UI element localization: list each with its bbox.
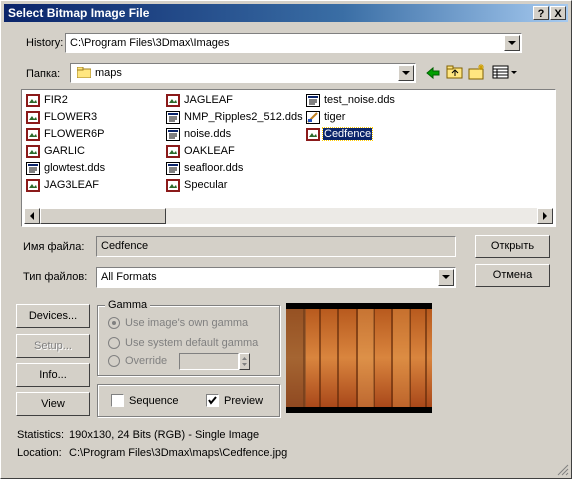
file-item-label: Cedfence <box>321 127 374 141</box>
file-item-label: noise.dds <box>184 128 232 140</box>
history-dropdown-icon[interactable] <box>504 35 520 51</box>
history-value: C:\Program Files\3Dmax\Images <box>70 37 230 49</box>
use-system-gamma-label: Use system default gamma <box>125 337 259 349</box>
filename-label: Имя файла: <box>23 241 85 253</box>
file-item-label: FLOWER6P <box>44 128 105 140</box>
dds-file-icon <box>26 162 40 175</box>
info-button-label: Info... <box>39 369 67 381</box>
dialog-window: Select Bitmap Image File ? X History: C:… <box>0 0 572 479</box>
use-image-gamma-label: Use image's own gamma <box>125 317 249 329</box>
close-icon: X <box>554 8 562 20</box>
filename-value: Cedfence <box>101 240 149 252</box>
gamma-title: Gamma <box>105 299 151 311</box>
dds-file-icon <box>166 128 180 141</box>
folder-dropdown-icon[interactable] <box>398 65 414 81</box>
info-button[interactable]: Info... <box>16 363 90 387</box>
file-item-label: OAKLEAF <box>184 145 235 157</box>
jpeg-file-icon <box>26 145 40 158</box>
cedfence-preview-image <box>286 309 432 407</box>
image-file-icon <box>306 111 320 124</box>
use-system-gamma-radio[interactable] <box>108 337 120 349</box>
checkmark-icon <box>208 396 217 405</box>
filetype-dropdown-icon[interactable] <box>438 269 454 286</box>
jpeg-file-icon <box>166 94 180 107</box>
scroll-left-button[interactable] <box>24 208 40 224</box>
scroll-thumb[interactable] <box>40 208 166 224</box>
help-button[interactable]: ? <box>533 6 549 20</box>
window-title: Select Bitmap Image File <box>8 6 150 20</box>
file-item-label: JAG3LEAF <box>44 179 100 191</box>
jpeg-file-icon <box>26 128 40 141</box>
file-item-label: NMP_Ripples2_512.dds <box>184 111 303 123</box>
help-icon: ? <box>537 8 545 20</box>
file-item-label: FIR2 <box>44 94 68 106</box>
devices-button[interactable]: Devices... <box>16 304 90 328</box>
location-label: Location: <box>17 447 62 459</box>
open-button[interactable]: Открыть <box>475 235 550 258</box>
scroll-right-button[interactable] <box>537 208 553 224</box>
horizontal-scrollbar[interactable] <box>24 208 553 224</box>
file-item-label: test_noise.dds <box>324 94 395 106</box>
folder-value: maps <box>95 67 122 79</box>
new-folder-icon[interactable] <box>468 63 486 80</box>
view-button[interactable]: View <box>16 392 90 416</box>
jpeg-file-icon <box>26 111 40 124</box>
override-gamma-input[interactable] <box>179 353 239 370</box>
folder-icon <box>76 66 92 79</box>
statistics-label: Statistics: <box>17 429 65 441</box>
use-image-gamma-radio[interactable] <box>108 317 120 329</box>
location-value: C:\Program Files\3Dmax\maps\Cedfence.jpg <box>69 447 288 459</box>
preview-label: Preview <box>224 395 264 407</box>
jpeg-file-icon <box>166 179 180 192</box>
scroll-right-icon <box>543 212 547 220</box>
title-bar[interactable]: Select Bitmap Image File ? X <box>4 4 568 22</box>
override-gamma-label: Override <box>125 355 168 367</box>
resize-grip-icon[interactable] <box>557 464 569 476</box>
gamma-spinner[interactable] <box>239 353 250 370</box>
dds-file-icon <box>306 94 320 107</box>
jpeg-file-icon <box>166 145 180 158</box>
jpeg-file-icon <box>306 128 320 141</box>
filetype-combo[interactable]: All Formats <box>96 267 456 288</box>
view-button-label: View <box>41 398 65 410</box>
setup-button-label: Setup... <box>34 340 72 352</box>
filename-input[interactable]: Cedfence <box>96 236 456 257</box>
image-preview <box>286 303 432 413</box>
folder-label: Папка: <box>26 68 61 80</box>
file-item-label: glowtest.dds <box>44 162 106 174</box>
override-gamma-radio[interactable] <box>108 355 120 367</box>
file-list[interactable]: FIR2 FLOWER3 FLOWER6P GARLIC glowtest.dds JAG… <box>21 89 556 227</box>
history-label: History: <box>26 37 64 49</box>
view-menu-icon[interactable] <box>492 65 518 80</box>
close-button[interactable]: X <box>550 6 566 20</box>
file-item-label: JAGLEAF <box>184 94 233 106</box>
open-button-label: Открыть <box>490 240 535 252</box>
folder-combo[interactable]: maps <box>70 63 416 83</box>
devices-button-label: Devices... <box>28 310 78 322</box>
spinner-arrows-icon <box>242 357 247 366</box>
cancel-button[interactable]: Отмена <box>475 264 550 287</box>
file-item-label: Specular <box>184 179 228 191</box>
sequence-label: Sequence <box>129 395 179 407</box>
filetype-label: Тип файлов: <box>23 271 88 283</box>
back-arrow-icon[interactable] <box>425 65 441 81</box>
cancel-button-label: Отмена <box>492 269 533 281</box>
scroll-left-icon <box>30 212 34 220</box>
dds-file-icon <box>166 111 180 124</box>
file-item-label: GARLIC <box>44 145 85 157</box>
sequence-checkbox[interactable] <box>111 394 124 407</box>
preview-checkbox[interactable] <box>206 394 219 407</box>
jpeg-file-icon <box>26 179 40 192</box>
file-item-label: FLOWER3 <box>44 111 98 123</box>
history-combo[interactable]: C:\Program Files\3Dmax\Images <box>65 33 522 53</box>
file-item-label: seafloor.dds <box>184 162 244 174</box>
file-item-label: tiger <box>324 111 346 123</box>
dds-file-icon <box>166 162 180 175</box>
statistics-value: 190x130, 24 Bits (RGB) - Single Image <box>69 429 260 441</box>
up-folder-icon[interactable] <box>446 64 464 80</box>
setup-button[interactable]: Setup... <box>16 334 90 358</box>
jpeg-file-icon <box>26 94 40 107</box>
filetype-value: All Formats <box>101 271 157 283</box>
